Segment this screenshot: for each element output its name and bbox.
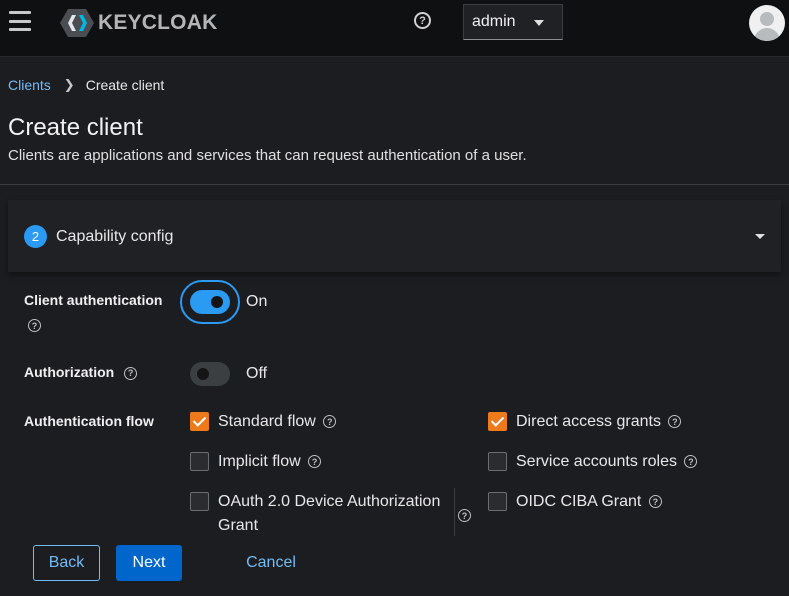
oidc-ciba-grant-label-text: OIDC CIBA Grant [516, 493, 642, 510]
next-button[interactable]: Next [116, 545, 182, 581]
authorization-state: Off [246, 365, 268, 382]
page-description: Clients are applications and services th… [8, 147, 527, 164]
avatar-head [760, 12, 774, 26]
column-divider [454, 488, 455, 536]
standard-flow-label-text: Standard flow [218, 413, 316, 430]
oauth-device-help-icon[interactable]: ? [458, 509, 471, 522]
chevron-right-icon: ❯ [63, 77, 75, 92]
step-label: Capability config [56, 228, 174, 245]
authorization-label: Authorization ? [24, 364, 138, 380]
cancel-button[interactable]: Cancel [232, 545, 310, 581]
breadcrumb-clients-link[interactable]: Clients [8, 77, 51, 93]
direct-access-grants-checkbox[interactable] [488, 412, 507, 431]
implicit-flow-checkbox[interactable] [190, 452, 209, 471]
back-button[interactable]: Back [33, 545, 100, 581]
direct-access-grants-label-text: Direct access grants [516, 413, 661, 430]
service-accounts-roles-label-text: Service accounts roles [516, 453, 677, 470]
hamburger-menu-icon[interactable] [9, 11, 31, 31]
direct-access-grants-help-icon[interactable]: ? [668, 415, 682, 429]
authorization-switch[interactable] [190, 362, 230, 386]
help-icon[interactable]: ? [414, 12, 431, 29]
caret-down-icon [534, 20, 544, 26]
caret-down-icon [755, 234, 765, 239]
switch-knob [211, 296, 223, 308]
logo-text: KEYCLOAK [98, 11, 218, 34]
switch-knob [197, 368, 209, 380]
breadcrumb-current: Create client [85, 77, 165, 93]
oidc-ciba-grant-help-icon[interactable]: ? [648, 495, 662, 509]
keycloak-logo[interactable]: KEYCLOAK [60, 9, 217, 37]
oauth-device-label-line1: OAuth 2.0 Device Authorization [218, 493, 441, 510]
oauth-device-label-line2: Grant [218, 517, 259, 534]
wizard-step-toggle[interactable]: 2 Capability config [8, 200, 781, 272]
standard-flow-checkbox[interactable] [190, 412, 209, 431]
page-title: Create client [8, 114, 143, 141]
authentication-flow-label: Authentication flow [24, 413, 154, 429]
step-number-badge: 2 [24, 225, 47, 248]
service-accounts-roles-checkbox[interactable] [488, 452, 507, 471]
avatar-body [754, 28, 780, 41]
authorization-help-icon[interactable]: ? [124, 366, 138, 380]
header-divider [0, 184, 789, 185]
oidc-ciba-grant-checkbox[interactable] [488, 492, 507, 511]
user-dropdown[interactable]: admin [463, 4, 563, 40]
client-authentication-label: Client authentication [24, 292, 162, 308]
implicit-flow-help-icon[interactable]: ? [308, 455, 322, 469]
keycloak-logo-icon [60, 9, 94, 37]
standard-flow-label: Standard flow ? [218, 410, 337, 434]
avatar[interactable] [749, 5, 785, 41]
service-accounts-roles-help-icon[interactable]: ? [684, 455, 698, 469]
implicit-flow-label: Implicit flow ? [218, 450, 322, 474]
client-authentication-help-icon[interactable]: ? [28, 319, 41, 332]
masthead: KEYCLOAK ? admin [0, 0, 789, 57]
user-name: admin [472, 13, 516, 30]
client-authentication-state: On [246, 293, 268, 310]
oidc-ciba-grant-label: OIDC CIBA Grant ? [516, 490, 662, 514]
breadcrumb: Clients ❯ Create client [8, 77, 164, 93]
standard-flow-help-icon[interactable]: ? [323, 415, 337, 429]
service-accounts-roles-label: Service accounts roles ? [516, 450, 698, 474]
implicit-flow-label-text: Implicit flow [218, 453, 301, 470]
client-authentication-label-text: Client authentication [24, 292, 163, 308]
oauth-device-checkbox[interactable] [190, 492, 209, 511]
client-authentication-switch[interactable] [190, 290, 230, 314]
authorization-label-text: Authorization [24, 364, 115, 380]
direct-access-grants-label: Direct access grants ? [516, 410, 682, 434]
